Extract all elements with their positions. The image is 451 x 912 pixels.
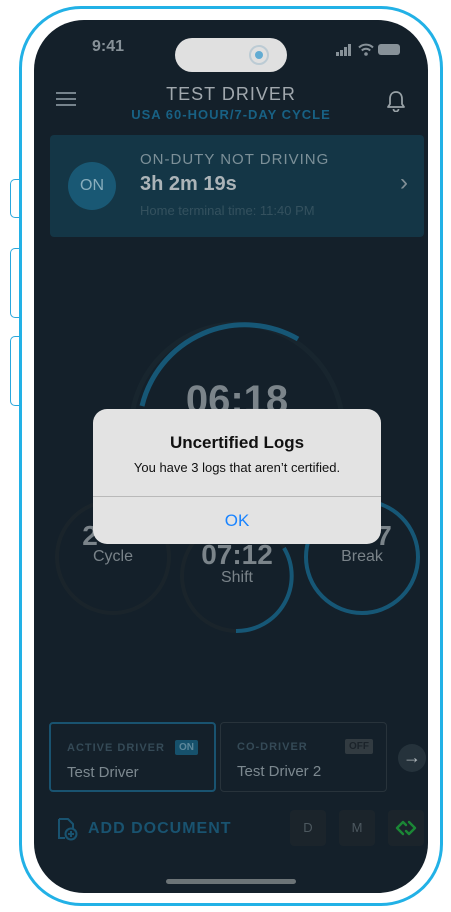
alert-title: Uncertified Logs	[169, 433, 305, 452]
alert-ok-button[interactable]: OK	[93, 497, 381, 544]
uncertified-logs-alert: Uncertified Logs You have 3 logs that ar…	[93, 409, 381, 544]
alert-message: You have 3 logs that aren’t certified.	[133, 460, 341, 475]
